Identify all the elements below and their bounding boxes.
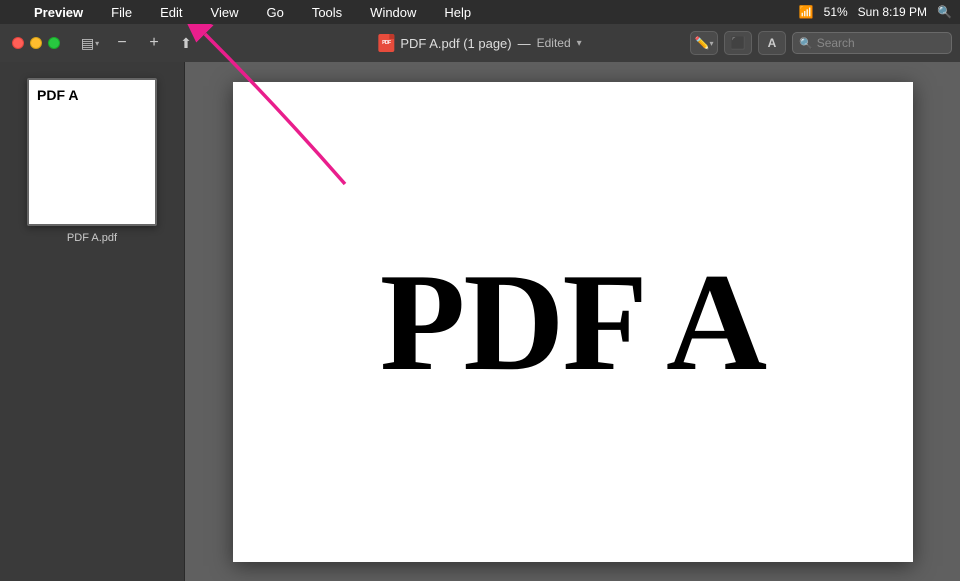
share-icon: ⬆	[180, 35, 192, 52]
zoom-in-button[interactable]: +	[140, 30, 168, 56]
text-button[interactable]: A	[758, 31, 786, 55]
sidebar-toggle-arrow: ▾	[95, 39, 99, 48]
main-content: PDF A PDF A.pdf PDF A	[0, 62, 960, 581]
go-menu[interactable]: Go	[260, 3, 289, 22]
sidebar: PDF A PDF A.pdf	[0, 62, 185, 581]
redact-icon: ⬛	[731, 36, 746, 50]
pdf-viewer[interactable]: PDF A	[185, 62, 960, 581]
view-menu[interactable]: View	[205, 3, 245, 22]
traffic-lights	[0, 37, 72, 49]
thumbnail-title: PDF A	[37, 88, 147, 102]
edit-menu[interactable]: Edit	[154, 3, 188, 22]
markup-pen-button[interactable]: ✏️ ▾	[690, 31, 718, 55]
maximize-button[interactable]	[48, 37, 60, 49]
window-menu[interactable]: Window	[364, 3, 422, 22]
app-name-menu[interactable]: Preview	[28, 3, 89, 22]
sidebar-toggle-button[interactable]: ▤ ▾	[76, 30, 104, 56]
search-spotlight-icon[interactable]: 🔍	[937, 5, 952, 19]
redact-button[interactable]: ⬛	[724, 31, 752, 55]
text-icon: A	[768, 36, 777, 50]
wifi-icon: 📶	[799, 5, 814, 19]
clock: Sun 8:19 PM	[858, 5, 927, 19]
battery-status: 51%	[824, 5, 848, 19]
menu-bar: Preview File Edit View Go Tools Window H…	[0, 0, 960, 24]
search-icon: 🔍	[799, 37, 813, 50]
zoom-in-icon: +	[149, 34, 158, 52]
title-chevron-icon[interactable]: ▾	[577, 38, 582, 49]
toolbar-right: ✏️ ▾ ⬛ A 🔍 Search	[682, 31, 960, 55]
file-menu[interactable]: File	[105, 3, 138, 22]
toolbar-left: ▤ ▾ − + ⬆	[72, 24, 204, 62]
minimize-button[interactable]	[30, 37, 42, 49]
title-separator: —	[518, 36, 531, 51]
pdf-content: PDF A	[380, 242, 765, 403]
sidebar-toggle-icon: ▤	[81, 35, 94, 52]
share-button[interactable]: ⬆	[172, 30, 200, 56]
pdf-page: PDF A	[233, 82, 913, 562]
menubar-right: 📶 51% Sun 8:19 PM 🔍	[799, 5, 952, 19]
search-box[interactable]: 🔍 Search	[792, 32, 952, 54]
close-button[interactable]	[12, 37, 24, 49]
pdf-file-icon: PDF	[378, 34, 394, 52]
window-title: PDF PDF A.pdf (1 page) — Edited ▾	[378, 34, 581, 52]
zoom-out-icon: −	[117, 34, 126, 52]
filename-label: PDF A.pdf	[67, 232, 117, 244]
pen-arrow: ▾	[709, 39, 713, 48]
help-menu[interactable]: Help	[438, 3, 477, 22]
zoom-out-button[interactable]: −	[108, 30, 136, 56]
title-filename: PDF A.pdf (1 page)	[400, 36, 511, 51]
thumbnail-container: PDF A PDF A.pdf	[27, 78, 157, 244]
title-bar: ▤ ▾ − + ⬆ PDF PDF A.pdf (1 page) — Edite…	[0, 24, 960, 62]
pen-icon: ✏️	[695, 36, 710, 50]
tools-menu[interactable]: Tools	[306, 3, 348, 22]
page-thumbnail[interactable]: PDF A	[27, 78, 157, 226]
search-placeholder: Search	[817, 36, 855, 50]
edited-label[interactable]: Edited	[537, 36, 571, 50]
